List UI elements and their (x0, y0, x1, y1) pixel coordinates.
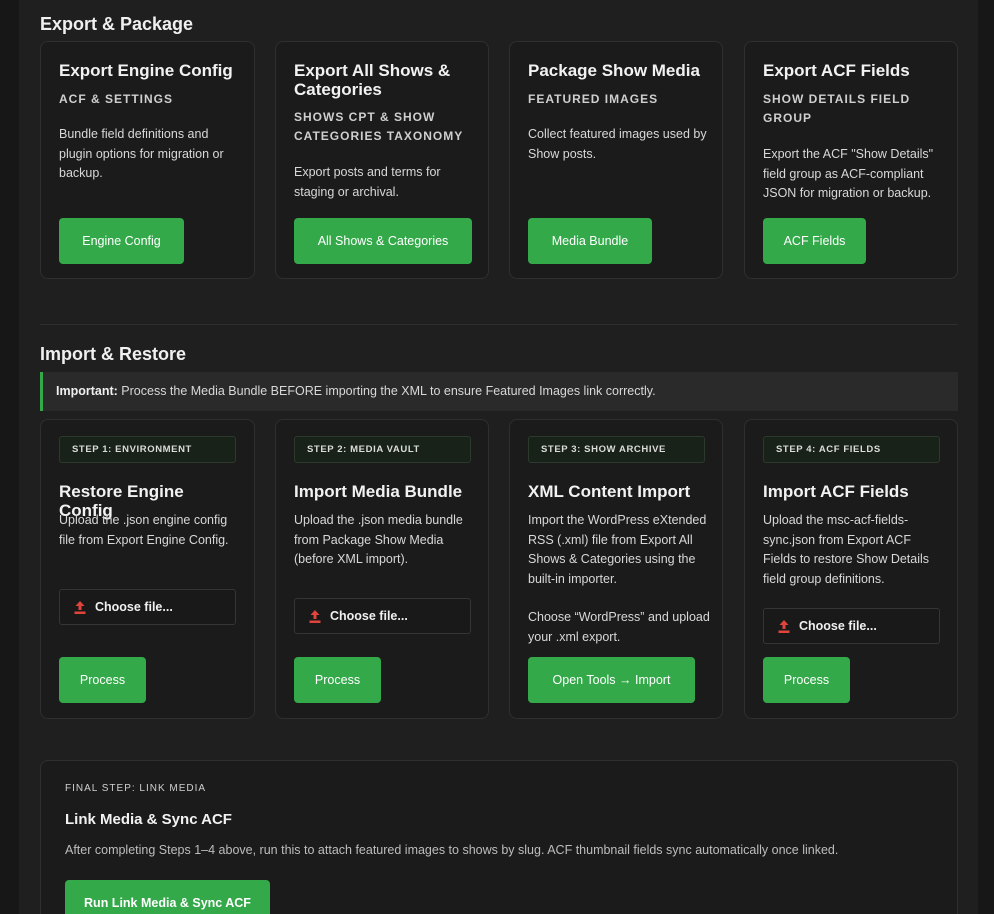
notice-label: Important: (56, 384, 118, 398)
card-title: Export Engine Config (59, 61, 233, 80)
card-description: Export posts and terms for staging or ar… (294, 165, 441, 199)
file-input[interactable]: Choose file... (294, 598, 471, 634)
card-subtitle: FEATURED IMAGES (528, 92, 659, 106)
important-notice: Important: Process the Media Bundle BEFO… (40, 372, 958, 411)
step-badge: STEP 4: ACF FIELDS (763, 436, 940, 463)
step-badge: STEP 1: ENVIRONMENT (59, 436, 236, 463)
media-bundle-button[interactable]: Media Bundle (528, 218, 652, 264)
step-badge: STEP 3: SHOW ARCHIVE (528, 436, 705, 463)
upload-icon (309, 609, 321, 623)
file-input[interactable]: Choose file... (763, 608, 940, 644)
file-input-label: Choose file... (330, 609, 408, 623)
process-button[interactable]: Process (59, 657, 146, 703)
import-acf-fields-card: STEP 4: ACF FIELDS Import ACF Fields Upl… (744, 419, 958, 719)
final-step-label: FINAL STEP: LINK MEDIA (65, 783, 207, 794)
card-description: Bundle field definitions and plugin opti… (59, 127, 224, 180)
upload-icon (778, 619, 790, 633)
import-media-bundle-card: STEP 2: MEDIA VAULT Import Media Bundle … (275, 419, 489, 719)
export-section-title: Export & Package (40, 14, 194, 34)
import-section-title: Import & Restore (40, 344, 187, 364)
card-title: Import ACF Fields (763, 482, 909, 501)
export-engine-config-card: Export Engine Config ACF & SETTINGS Bund… (40, 41, 255, 279)
step-badge: STEP 2: MEDIA VAULT (294, 436, 471, 463)
run-link-media-button[interactable]: Run Link Media & Sync ACF (65, 880, 270, 914)
export-all-shows-card: Export All Shows & Categories SHOWS CPT … (275, 41, 489, 279)
card-description-secondary: Choose “WordPress” and upload your .xml … (528, 610, 710, 644)
card-title: XML Content Import (528, 482, 691, 501)
card-description: Upload the msc-acf-fields-sync.json from… (763, 513, 930, 586)
all-shows-categories-button[interactable]: All Shows & Categories (294, 218, 472, 264)
card-description: Upload the .json engine config file from… (59, 513, 229, 547)
package-show-media-card: Package Show Media FEATURED IMAGES Colle… (509, 41, 723, 279)
card-subtitle: SHOW DETAILS FIELD GROUP (763, 92, 911, 125)
xml-content-import-card: STEP 3: SHOW ARCHIVE XML Content Import … (509, 419, 723, 719)
card-title: Export All Shows & Categories (294, 61, 451, 99)
final-step-card: FINAL STEP: LINK MEDIA Link Media & Sync… (40, 760, 958, 914)
process-button[interactable]: Process (763, 657, 850, 703)
card-title: Package Show Media (528, 61, 700, 80)
acf-fields-button[interactable]: ACF Fields (763, 218, 866, 264)
upload-icon (74, 600, 86, 614)
process-button[interactable]: Process (294, 657, 381, 703)
card-title: Export ACF Fields (763, 61, 910, 80)
final-description: After completing Steps 1–4 above, run th… (65, 843, 839, 857)
card-subtitle: SHOWS CPT & SHOW CATEGORIES TAXONOMY (294, 110, 464, 143)
engine-config-button[interactable]: Engine Config (59, 218, 184, 264)
file-input-label: Choose file... (799, 619, 877, 633)
card-title: Import Media Bundle (294, 482, 463, 501)
card-subtitle: ACF & SETTINGS (59, 92, 174, 106)
restore-engine-config-card: STEP 1: ENVIRONMENT Restore Engine Confi… (40, 419, 255, 719)
export-acf-fields-card: Export ACF Fields SHOW DETAILS FIELD GRO… (744, 41, 958, 279)
file-input[interactable]: Choose file... (59, 589, 236, 625)
notice-text: Process the Media Bundle BEFORE importin… (117, 384, 656, 398)
card-description: Export the ACF "Show Details" field grou… (763, 147, 934, 200)
card-description: Upload the .json media bundle from Packa… (294, 513, 463, 566)
open-tools-import-button[interactable]: Open Tools → Import (528, 657, 695, 703)
section-divider (40, 324, 958, 325)
file-input-label: Choose file... (95, 600, 173, 614)
card-description: Collect featured images used by Show pos… (528, 127, 707, 161)
card-description: Import the WordPress eXtended RSS (.xml)… (528, 513, 707, 586)
final-title: Link Media & Sync ACF (65, 811, 232, 828)
